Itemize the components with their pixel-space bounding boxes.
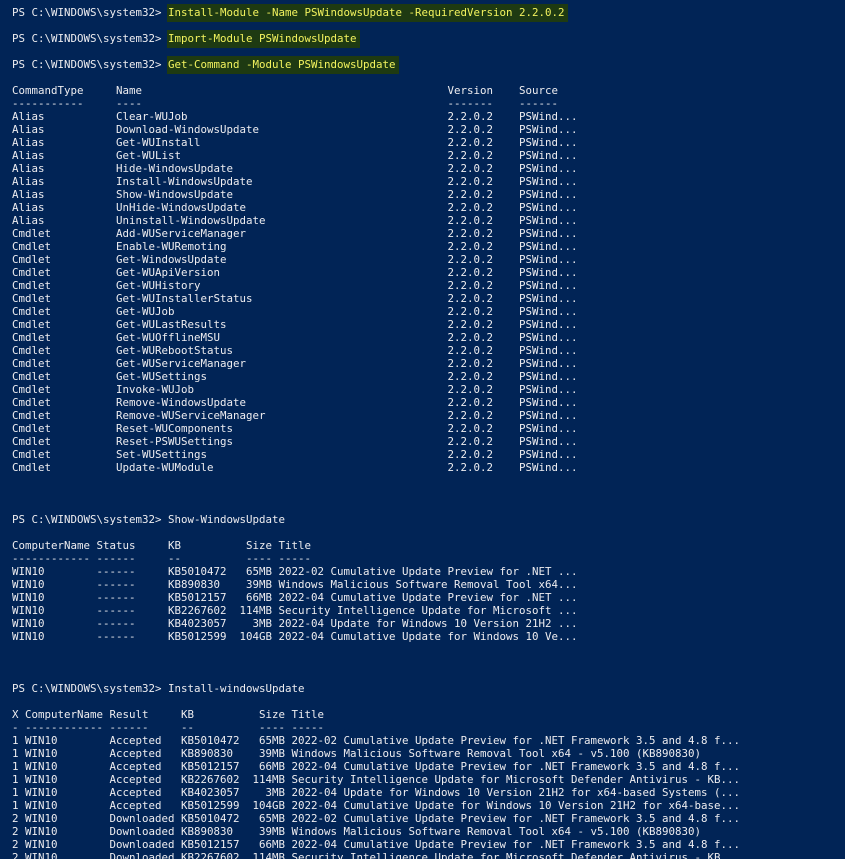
output-line: WIN10 ------ KB5012599 104GB 2022-04 Cum… xyxy=(12,630,578,643)
prompt-text: PS C:\WINDOWS\system32> xyxy=(12,682,169,695)
output-line: Cmdlet Get-WURebootStatus 2.2.0.2 PSWind… xyxy=(12,344,578,357)
output-line: Cmdlet Get-WUInstallerStatus 2.2.0.2 PSW… xyxy=(12,292,578,305)
prompt-text: PS C:\WINDOWS\system32> xyxy=(12,513,169,526)
prompt-text: PS C:\WINDOWS\system32> xyxy=(12,32,169,45)
output-line: 2 WIN10 Downloaded KB5012157 66MB 2022-0… xyxy=(12,838,741,851)
output-line: Alias Hide-WindowsUpdate 2.2.0.2 PSWind.… xyxy=(12,162,578,175)
output-line: ----------- ---- ------- ------ xyxy=(12,97,559,110)
output-line: WIN10 ------ KB2267602 114MB Security In… xyxy=(12,604,578,617)
output-line: Cmdlet Add-WUServiceManager 2.2.0.2 PSWi… xyxy=(12,227,578,240)
output-line: 1 WIN10 Accepted KB2267602 114MB Securit… xyxy=(12,773,741,786)
command-text: Show-WindowsUpdate xyxy=(168,513,286,526)
output-line: WIN10 ------ KB5010472 65MB 2022-02 Cumu… xyxy=(12,565,578,578)
output-line: Cmdlet Reset-WUComponents 2.2.0.2 PSWind… xyxy=(12,422,578,435)
prompt-line: PS C:\WINDOWS\system32> Import-Module PS… xyxy=(12,30,845,48)
output-line: Cmdlet Invoke-WUJob 2.2.0.2 PSWind... xyxy=(12,383,578,396)
output-line: Cmdlet Remove-WUServiceManager 2.2.0.2 P… xyxy=(12,409,578,422)
output-line: Cmdlet Reset-PSWUSettings 2.2.0.2 PSWind… xyxy=(12,435,578,448)
prompt-line: PS C:\WINDOWS\system32> Show-WindowsUpda… xyxy=(12,513,845,526)
output-line: 2 WIN10 Downloaded KB5010472 65MB 2022-0… xyxy=(12,812,741,825)
command-text: Get-Command -Module PSWindowsUpdate xyxy=(167,56,399,74)
output-line: Alias Get-WUList 2.2.0.2 PSWind... xyxy=(12,149,578,162)
output-line: Cmdlet Get-WUApiVersion 2.2.0.2 PSWind..… xyxy=(12,266,578,279)
output-line: CommandType Name Version Source xyxy=(12,84,559,97)
prompt-line: PS C:\WINDOWS\system32> Install-Module -… xyxy=(12,4,845,22)
prompt-text: PS C:\WINDOWS\system32> xyxy=(12,58,169,71)
output-line: Cmdlet Get-WUServiceManager 2.2.0.2 PSWi… xyxy=(12,357,578,370)
output-line: Cmdlet Get-WUHistory 2.2.0.2 PSWind... xyxy=(12,279,578,292)
output-line: Alias Clear-WUJob 2.2.0.2 PSWind... xyxy=(12,110,578,123)
output-line: 2 WIN10 Downloaded KB2267602 114MB Secur… xyxy=(12,851,741,859)
output-line: Alias Uninstall-WindowsUpdate 2.2.0.2 PS… xyxy=(12,214,578,227)
output-line: WIN10 ------ KB890830 39MB Windows Malic… xyxy=(12,578,578,591)
output-line: ------------ ------ -- ---- ----- xyxy=(12,552,312,565)
output-line: 1 WIN10 Accepted KB5012157 66MB 2022-04 … xyxy=(12,760,741,773)
output-line: WIN10 ------ KB4023057 3MB 2022-04 Updat… xyxy=(12,617,578,630)
output-line: Alias Get-WUInstall 2.2.0.2 PSWind... xyxy=(12,136,578,149)
output-line: Alias Download-WindowsUpdate 2.2.0.2 PSW… xyxy=(12,123,578,136)
output-line: Alias Show-WindowsUpdate 2.2.0.2 PSWind.… xyxy=(12,188,578,201)
output-line: 2 WIN10 Downloaded KB890830 39MB Windows… xyxy=(12,825,702,838)
output-line: Cmdlet Get-WULastResults 2.2.0.2 PSWind.… xyxy=(12,318,578,331)
prompt-line: PS C:\WINDOWS\system32> Install-windowsU… xyxy=(12,682,845,695)
powershell-console[interactable]: PS C:\WINDOWS\system32> Install-Module -… xyxy=(0,0,845,859)
prompt-text: PS C:\WINDOWS\system32> xyxy=(12,6,169,19)
output-line: Cmdlet Get-WindowsUpdate 2.2.0.2 PSWind.… xyxy=(12,253,578,266)
output-line: Cmdlet Get-WUJob 2.2.0.2 PSWind... xyxy=(12,305,578,318)
command-text: Import-Module PSWindowsUpdate xyxy=(167,30,360,48)
output-line: Cmdlet Set-WUSettings 2.2.0.2 PSWind... xyxy=(12,448,578,461)
output-line: Alias UnHide-WindowsUpdate 2.2.0.2 PSWin… xyxy=(12,201,578,214)
output-line: WIN10 ------ KB5012157 66MB 2022-04 Cumu… xyxy=(12,591,578,604)
output-line: Alias Install-WindowsUpdate 2.2.0.2 PSWi… xyxy=(12,175,578,188)
output-line: Cmdlet Update-WUModule 2.2.0.2 PSWind... xyxy=(12,461,578,474)
output-line: Cmdlet Get-WUSettings 2.2.0.2 PSWind... xyxy=(12,370,578,383)
output-line: X ComputerName Result KB Size Title xyxy=(12,708,325,721)
output-line: - ------------ ------ -- ---- ----- xyxy=(12,721,325,734)
output-line: Cmdlet Enable-WURemoting 2.2.0.2 PSWind.… xyxy=(12,240,578,253)
output-line: Cmdlet Remove-WindowsUpdate 2.2.0.2 PSWi… xyxy=(12,396,578,409)
command-text: Install-windowsUpdate xyxy=(168,682,305,695)
output-line: 1 WIN10 Accepted KB5012599 104GB 2022-04… xyxy=(12,799,741,812)
output-line: 1 WIN10 Accepted KB4023057 3MB 2022-04 U… xyxy=(12,786,741,799)
command-text: Install-Module -Name PSWindowsUpdate -Re… xyxy=(167,4,568,22)
prompt-line: PS C:\WINDOWS\system32> Get-Command -Mod… xyxy=(12,56,845,74)
output-line: 1 WIN10 Accepted KB890830 39MB Windows M… xyxy=(12,747,702,760)
output-line: Cmdlet Get-WUOfflineMSU 2.2.0.2 PSWind..… xyxy=(12,331,578,344)
output-line: 1 WIN10 Accepted KB5010472 65MB 2022-02 … xyxy=(12,734,741,747)
output-line: ComputerName Status KB Size Title xyxy=(12,539,312,552)
